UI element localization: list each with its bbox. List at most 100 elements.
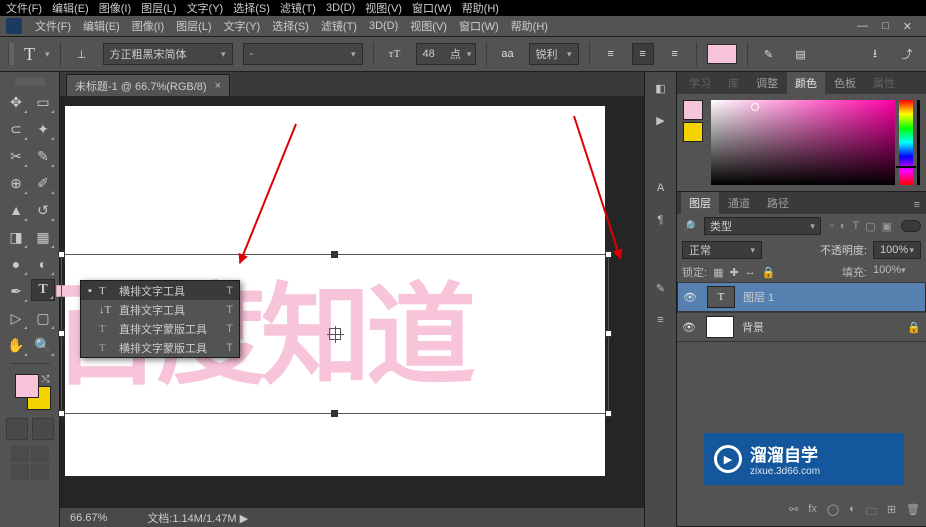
flyout-vertical-type-mask[interactable]: T直排文字蒙版工具T — [81, 319, 239, 338]
actions-panel-icon[interactable]: ▶ — [651, 110, 671, 130]
filter-adjust-icon[interactable]: ◐ — [840, 220, 847, 233]
flyout-horizontal-type-mask[interactable]: T横排文字蒙版工具T — [81, 338, 239, 357]
crop-tool[interactable]: ✂ — [4, 144, 28, 168]
layer-lock-icon[interactable]: 🔒 — [907, 321, 921, 334]
swap-colors-icon[interactable]: ⤭ — [42, 374, 50, 385]
character-panel-button[interactable]: ▤ — [790, 43, 812, 65]
picker-bg-swatch[interactable] — [683, 122, 703, 142]
font-family-select[interactable]: 方正粗黑宋简体▾ — [103, 43, 233, 65]
document-tab[interactable]: 未标题-1 @ 66.7%(RGB/8) × — [66, 74, 230, 96]
layer-mask-icon[interactable]: ◯ — [827, 503, 839, 522]
filter-pixel-icon[interactable]: ▫ — [830, 220, 834, 233]
layer-row[interactable]: 👁 背景 🔒 — [677, 312, 926, 342]
artboard-tool[interactable]: ▭ — [31, 90, 55, 114]
heal-tool[interactable]: ⊕ — [4, 171, 28, 195]
tab-channels[interactable]: 通道 — [720, 192, 758, 214]
brush-panel-icon[interactable]: ✎ — [651, 278, 671, 298]
layer-row[interactable]: 👁 T 图层 1 — [677, 282, 926, 312]
fill-input[interactable]: 100%▾ — [873, 264, 921, 280]
lock-all-icon[interactable]: 🔒 — [762, 266, 776, 279]
antialias-select[interactable]: 锐利▾ — [529, 43, 579, 65]
window-max-icon[interactable]: □ — [882, 20, 889, 33]
font-weight-select[interactable]: -▾ — [243, 43, 363, 65]
menu-layer[interactable]: 图层(L) — [171, 16, 216, 36]
menu-select[interactable]: 选择(S) — [267, 16, 314, 36]
filter-shape-icon[interactable]: ▢ — [865, 220, 875, 233]
delete-layer-icon[interactable]: 🗑 — [906, 503, 920, 522]
layer-name[interactable]: 背景 — [742, 319, 764, 335]
eyedropper-tool[interactable]: ✎ — [31, 144, 55, 168]
lasso-tool[interactable]: ⊂ — [4, 117, 28, 141]
menu-type[interactable]: 文字(Y) — [219, 16, 266, 36]
layer-visibility-icon[interactable]: 👁 — [683, 291, 699, 304]
tab-swatches[interactable]: 色板 — [826, 72, 864, 94]
blend-mode-select[interactable]: 正常▾ — [682, 241, 762, 259]
menu-view[interactable]: 视图(V) — [405, 16, 452, 36]
filter-toggle[interactable] — [901, 220, 921, 232]
menu-file[interactable]: 文件(F) — [30, 16, 76, 36]
tab-adjustments[interactable]: 调整 — [748, 72, 786, 94]
preset-chevron-icon[interactable]: ▾ — [45, 49, 50, 60]
eraser-tool[interactable]: ◨ — [4, 225, 28, 249]
adjustment-layer-icon[interactable]: ◐ — [849, 503, 856, 522]
layer-visibility-icon[interactable]: 👁 — [682, 321, 698, 334]
menu-filter[interactable]: 滤镜(T) — [316, 16, 362, 36]
hue-slider[interactable] — [899, 100, 913, 185]
stamp-tool[interactable]: ▲ — [4, 198, 28, 222]
lock-artboard-icon[interactable]: ↔ — [745, 266, 756, 278]
path-select-tool[interactable]: ▷ — [4, 306, 28, 330]
paragraph-panel-icon[interactable]: ¶ — [651, 210, 671, 230]
blur-tool[interactable]: ● — [4, 252, 28, 276]
orientation-toggle[interactable]: ⊥ — [71, 43, 93, 65]
tab-color[interactable]: 颜色 — [787, 72, 825, 94]
quick-mask-button[interactable] — [32, 418, 54, 440]
standard-mode-button[interactable] — [6, 418, 28, 440]
window-min-icon[interactable]: — — [857, 20, 868, 33]
pen-tool[interactable]: ✒ — [4, 279, 28, 303]
layer-fx-icon[interactable]: fx — [808, 503, 817, 522]
warp-text-button[interactable]: ✎ — [758, 43, 780, 65]
picker-fg-swatch[interactable] — [683, 100, 703, 120]
history-panel-icon[interactable]: ◧ — [651, 78, 671, 98]
layer-filter-select[interactable]: 类型▾ — [704, 217, 821, 235]
align-center-button[interactable]: ≡ — [632, 43, 654, 65]
close-tab-icon[interactable]: × — [215, 80, 221, 92]
align-left-button[interactable]: ≡ — [600, 43, 622, 65]
font-size-select[interactable]: 48 点▾ — [416, 43, 476, 65]
status-zoom[interactable]: 66.67% — [70, 512, 107, 524]
move-tool[interactable]: ✥ — [4, 90, 28, 114]
color-field[interactable] — [711, 100, 895, 185]
color-picker[interactable] — [683, 100, 920, 185]
tab-libraries[interactable]: 库 — [720, 72, 747, 94]
tab-layers[interactable]: 图层 — [681, 192, 719, 214]
align-right-button[interactable]: ≡ — [664, 43, 686, 65]
quick-select-tool[interactable]: ✦ — [31, 117, 55, 141]
layer-group-icon[interactable]: 🗀 — [866, 503, 877, 522]
flyout-vertical-type[interactable]: ↓T直排文字工具T — [81, 300, 239, 319]
menu-edit[interactable]: 编辑(E) — [78, 16, 125, 36]
window-close-icon[interactable]: ✕ — [903, 20, 912, 33]
character-panel-icon[interactable]: A — [651, 178, 671, 198]
lock-pixels-icon[interactable]: ▦ — [713, 266, 723, 279]
link-layers-icon[interactable]: ⚯ — [789, 503, 798, 522]
menu-window[interactable]: 窗口(W) — [454, 16, 504, 36]
fg-color-swatch[interactable] — [15, 374, 39, 398]
flyout-horizontal-type[interactable]: ▪T横排文字工具T — [81, 281, 239, 300]
tab-properties[interactable]: 属性 — [865, 72, 903, 94]
menu-help[interactable]: 帮助(H) — [506, 16, 553, 36]
cancel-button[interactable]: ⭳ — [864, 43, 886, 65]
text-color-swatch[interactable] — [707, 44, 737, 64]
filter-type-icon[interactable]: T — [852, 220, 859, 233]
layer-name[interactable]: 图层 1 — [743, 289, 774, 305]
tab-learn[interactable]: 学习 — [681, 72, 719, 94]
hand-tool[interactable]: ✋ — [4, 333, 28, 357]
layer-search-icon[interactable]: 🔎 — [682, 220, 700, 233]
menu-3d[interactable]: 3D(D) — [364, 18, 403, 34]
color-fg-bg[interactable]: ⤭ — [15, 374, 51, 410]
clone-panel-icon[interactable]: ≡ — [651, 310, 671, 330]
new-layer-icon[interactable]: ⊞ — [887, 503, 896, 522]
history-brush-tool[interactable]: ↺ — [31, 198, 55, 222]
panel-menu-icon[interactable]: ≡ — [908, 196, 926, 214]
filter-smart-icon[interactable]: ▣ — [882, 220, 892, 233]
lock-position-icon[interactable]: ✚ — [729, 266, 738, 279]
